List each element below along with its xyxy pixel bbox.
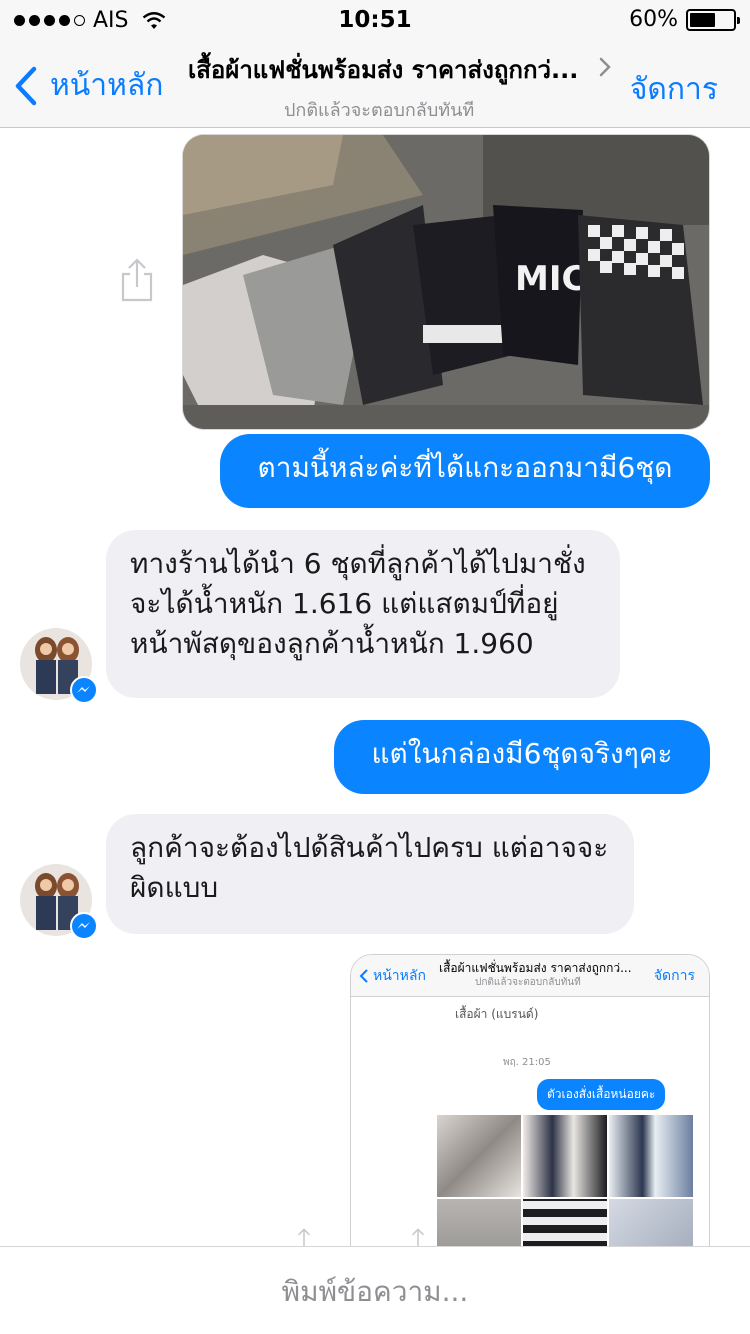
composer-bar bbox=[0, 1246, 750, 1334]
page-title: เสื้อผ้าแฟชั่นพร้อมส่ง ราคาส่งถูกกว่... bbox=[188, 56, 579, 84]
screenshot-message: ตัวเองสั่งเสื้อหน่อยคะ bbox=[537, 1079, 666, 1110]
conversation-title[interactable]: เสื้อผ้าแฟชั่นพร้อมส่ง ราคาส่งถูกกว่... … bbox=[188, 50, 611, 124]
status-right: 60% bbox=[629, 7, 740, 32]
chevron-left-icon bbox=[359, 969, 368, 983]
back-label: หน้าหลัก bbox=[50, 68, 164, 103]
message-bubble-incoming[interactable]: ลูกค้าจะต้องไปด้สินค้าไปครบ แต่อาจจะผิดแ… bbox=[106, 814, 634, 934]
battery-icon bbox=[686, 8, 740, 31]
chevron-left-icon bbox=[15, 66, 37, 105]
screenshot-contact: เสื้อผ้า (แบรนด์) bbox=[455, 1007, 539, 1021]
messenger-badge-icon bbox=[70, 912, 98, 940]
avatar[interactable] bbox=[20, 864, 98, 940]
product-thumbnail bbox=[437, 1199, 521, 1246]
avatar[interactable] bbox=[20, 628, 98, 704]
navigation-bar: หน้าหลัก เสื้อผ้าแฟชั่นพร้อมส่ง ราคาส่งถ… bbox=[0, 40, 750, 128]
screenshot-manage: จัดการ bbox=[653, 968, 695, 984]
product-thumbnail bbox=[609, 1199, 693, 1246]
message-list[interactable]: MICK ตามนี้หล่ะค่ะที่ได้แกะออกมามี6ชุด ท… bbox=[0, 128, 750, 1246]
message-bubble-outgoing[interactable]: ตามนี้หล่ะค่ะที่ได้แกะออกมามี6ชุด bbox=[220, 434, 710, 508]
status-bar: AIS 10:51 60% bbox=[0, 0, 750, 40]
manage-button[interactable]: จัดการ bbox=[630, 66, 718, 113]
product-thumbnail bbox=[609, 1115, 693, 1197]
share-icon[interactable] bbox=[404, 1228, 432, 1246]
share-icon[interactable] bbox=[120, 258, 154, 302]
back-button[interactable]: หน้าหลัก bbox=[14, 62, 163, 109]
message-input[interactable] bbox=[30, 1247, 720, 1334]
message-bubble-incoming[interactable]: ทางร้านได้นำ 6 ชุดที่ลูกค้าได้ไปมาชั่ง จ… bbox=[106, 530, 620, 698]
product-thumbnail bbox=[437, 1115, 521, 1197]
chevron-right-icon bbox=[599, 57, 611, 77]
screenshot-subtitle: ปกติแล้วจะตอบกลับทันที bbox=[475, 977, 581, 988]
message-bubble-outgoing[interactable]: แต่ในกล่องมี6ชุดจริงๆคะ bbox=[334, 720, 710, 794]
screenshot-nav-bar: หน้าหลัก เสื้อผ้าแฟชั่นพร้อมส่ง ราคาส่งถ… bbox=[351, 955, 709, 997]
product-thumbnail bbox=[523, 1199, 607, 1246]
screenshot-product-grid bbox=[437, 1115, 693, 1246]
product-thumbnail bbox=[523, 1115, 607, 1197]
share-icon[interactable] bbox=[290, 1228, 318, 1246]
battery-percent: 60% bbox=[629, 7, 678, 32]
shared-screenshot[interactable]: หน้าหลัก เสื้อผ้าแฟชั่นพร้อมส่ง ราคาส่งถ… bbox=[350, 954, 710, 1246]
response-status: ปกติแล้วจะตอบกลับทันที bbox=[284, 100, 475, 121]
clothes-photo[interactable]: MICK bbox=[182, 134, 710, 430]
clothes-photo-image: MICK bbox=[183, 135, 709, 429]
screenshot-timestamp: พฤ. 21:05 bbox=[503, 1057, 551, 1068]
screenshot-back-label: หน้าหลัก bbox=[373, 968, 426, 984]
screenshot-back: หน้าหลัก bbox=[359, 965, 426, 987]
messenger-badge-icon bbox=[70, 676, 98, 704]
